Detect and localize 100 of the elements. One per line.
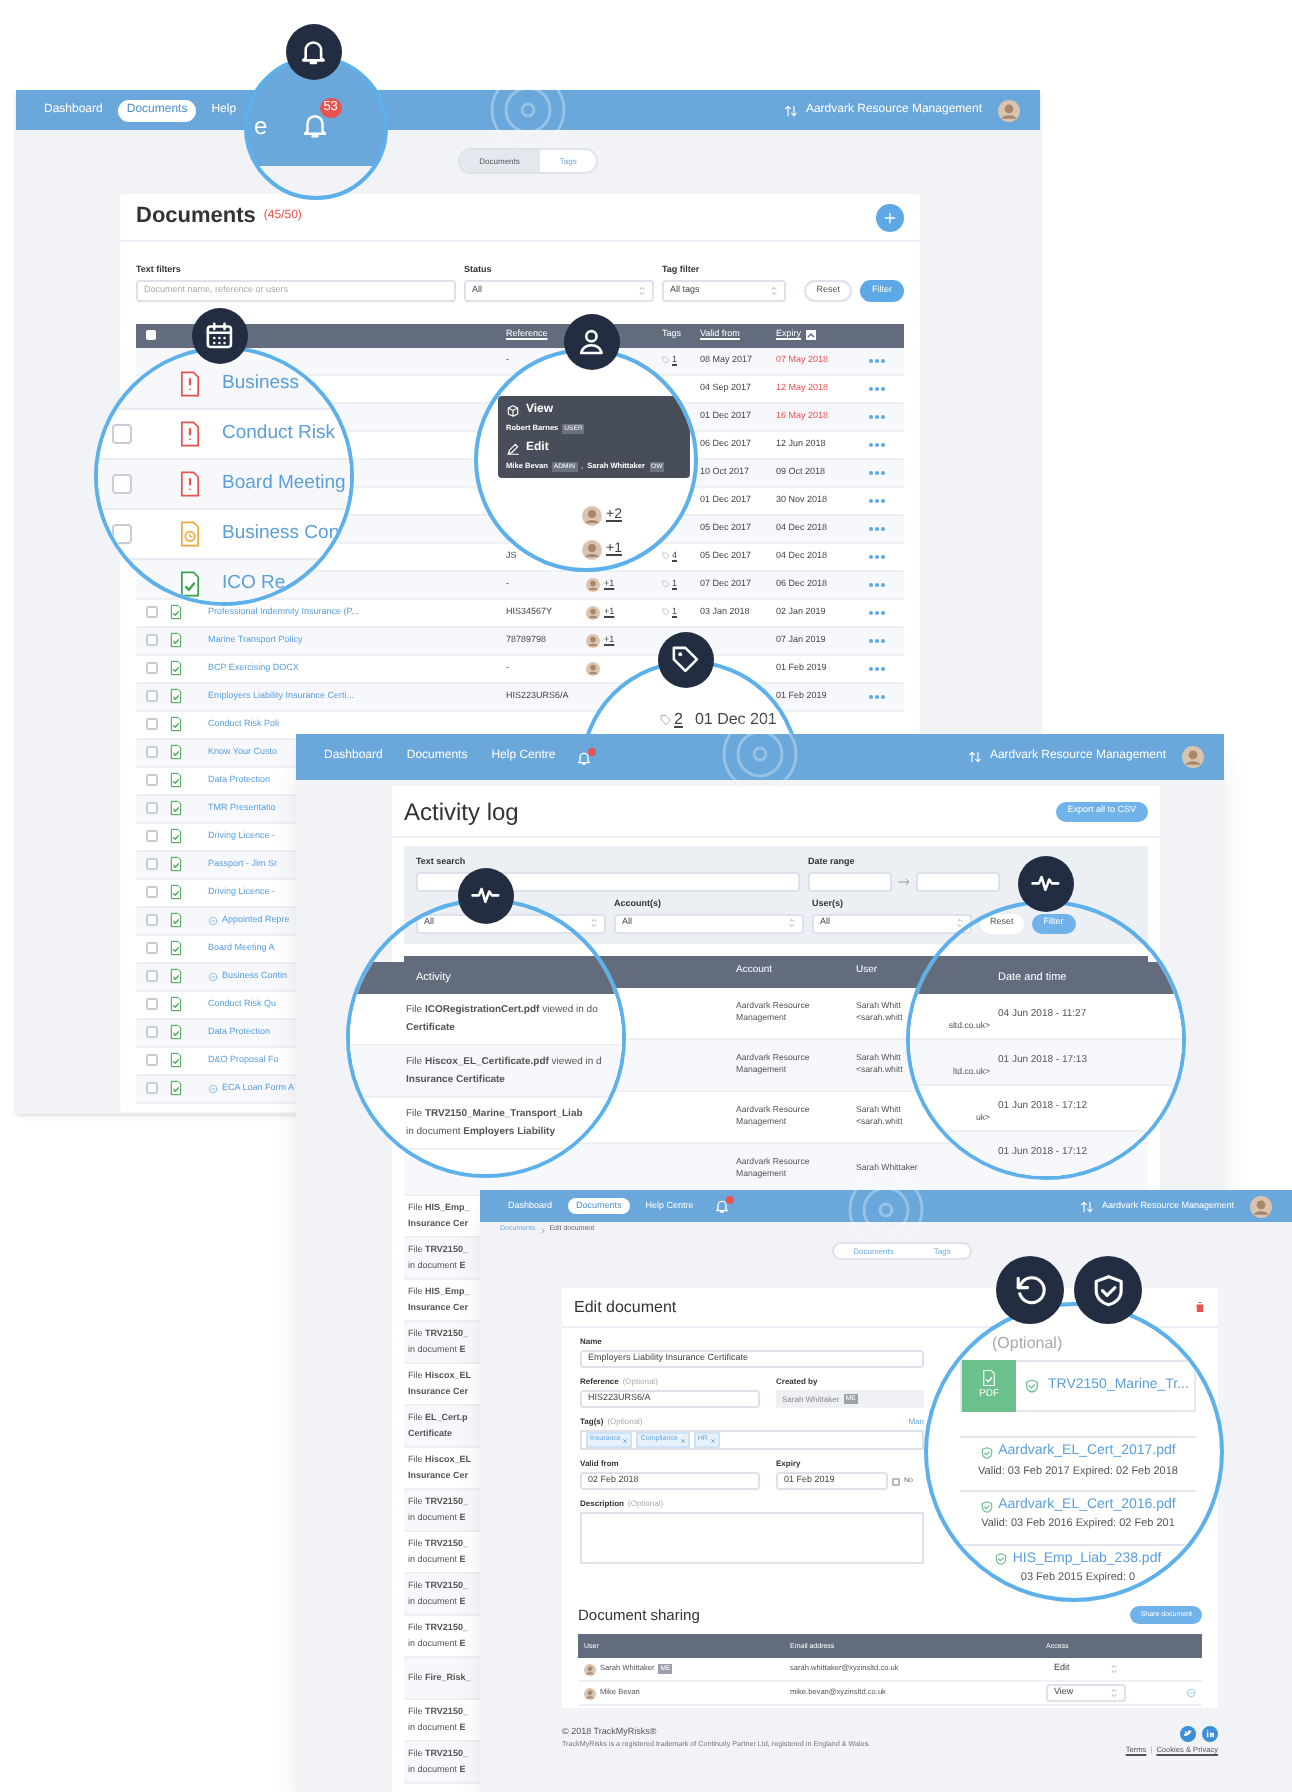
row-checkbox[interactable]	[146, 718, 158, 731]
close-icon[interactable]	[622, 1437, 629, 1443]
calendar-icon	[204, 320, 236, 352]
more-icon[interactable]	[868, 637, 886, 644]
row-checkbox[interactable]	[146, 998, 158, 1011]
more-icon[interactable]	[868, 469, 886, 476]
add-button[interactable]	[876, 203, 904, 231]
row-checkbox[interactable]	[146, 802, 158, 815]
person-icon	[576, 326, 608, 358]
input-field[interactable]	[916, 871, 1000, 892]
avatar-icon	[582, 506, 602, 527]
row-checkbox[interactable]	[146, 886, 158, 899]
row-checkbox[interactable]	[146, 746, 158, 759]
row-checkbox[interactable]	[146, 1026, 158, 1039]
more-icon[interactable]	[868, 525, 886, 532]
close-icon[interactable]	[679, 1437, 686, 1443]
chevron-icon	[770, 285, 778, 296]
shield-icon	[980, 1499, 995, 1513]
avatar-icon	[998, 99, 1020, 121]
avatar-icon	[586, 577, 600, 592]
more-icon[interactable]	[868, 581, 886, 588]
chevron-icon	[1110, 1688, 1118, 1699]
document-link[interactable]: Conduct Risk	[222, 419, 335, 449]
tag-icon	[662, 608, 670, 617]
pencil-icon	[506, 441, 520, 456]
row-checkbox[interactable]	[146, 858, 158, 871]
shield-icon	[1024, 1378, 1040, 1394]
row-checkbox[interactable]	[146, 774, 158, 787]
row-checkbox[interactable]	[112, 524, 132, 544]
tag-icon	[670, 644, 702, 676]
avatar-icon	[586, 605, 600, 620]
plus-icon	[882, 209, 898, 225]
close-icon[interactable]	[709, 1437, 716, 1443]
more-icon[interactable]	[868, 693, 886, 700]
avatar-icon	[1182, 746, 1204, 768]
arrow-icon	[898, 877, 910, 886]
row-checkbox[interactable]	[146, 690, 158, 703]
row-checkbox[interactable]	[146, 662, 158, 675]
more-icon[interactable]	[868, 385, 886, 392]
tag-icon	[662, 580, 670, 589]
row-checkbox[interactable]	[112, 474, 132, 494]
page-title: Documents	[136, 202, 256, 233]
avatar-icon	[1250, 1195, 1272, 1217]
shield-icon	[994, 1552, 1009, 1567]
switch-icon[interactable]	[783, 103, 798, 117]
switch-icon[interactable]	[1079, 1199, 1094, 1213]
shield-icon	[980, 1445, 995, 1460]
bell-icon[interactable]	[713, 1198, 730, 1214]
more-icon[interactable]	[868, 497, 886, 504]
select-all-checkbox[interactable]	[146, 330, 156, 341]
row-checkbox[interactable]	[146, 942, 158, 955]
trash-icon[interactable]	[1194, 1300, 1206, 1314]
document-link[interactable]: ICO Re	[222, 569, 286, 599]
description-field[interactable]	[580, 1512, 924, 1564]
remove-icon[interactable]	[1186, 1688, 1196, 1699]
row-checkbox[interactable]	[146, 606, 158, 619]
avatar-icon	[584, 1663, 596, 1676]
row-checkbox[interactable]	[146, 830, 158, 843]
avatar-icon	[586, 661, 600, 676]
row-checkbox[interactable]	[146, 914, 158, 927]
tag-icon	[662, 356, 670, 365]
row-checkbox[interactable]	[146, 1054, 158, 1067]
switch-icon[interactable]	[967, 750, 982, 764]
checkbox[interactable]	[892, 1477, 900, 1485]
shield-icon	[1089, 1271, 1127, 1309]
network-icon[interactable]	[1202, 1726, 1218, 1742]
avatar-icon	[586, 633, 600, 648]
tag-icon	[662, 552, 670, 561]
nav-link[interactable]: e	[254, 113, 268, 137]
sort-icon[interactable]	[805, 330, 816, 341]
chevron-icon	[788, 918, 796, 928]
row-checkbox[interactable]	[146, 1082, 158, 1095]
row-checkbox[interactable]	[112, 424, 132, 444]
field-hint: (Optional)	[992, 1332, 1063, 1356]
input-field[interactable]	[808, 871, 892, 892]
check-document-icon	[980, 1368, 998, 1389]
more-icon[interactable]	[868, 553, 886, 560]
page-title: Activity log	[404, 795, 519, 829]
avatar-icon	[582, 539, 602, 560]
document-link[interactable]: Business	[222, 369, 300, 399]
row-checkbox[interactable]	[146, 634, 158, 647]
bell-icon	[298, 36, 330, 68]
more-icon[interactable]	[868, 357, 886, 364]
tag-count[interactable]: 2	[674, 708, 683, 732]
bird-icon[interactable]	[1180, 1726, 1196, 1742]
page-title: Edit document	[574, 1295, 677, 1319]
bell-icon[interactable]	[575, 749, 592, 765]
tag-icon	[660, 714, 672, 726]
chevron-icon	[1110, 1664, 1118, 1675]
more-icon[interactable]	[868, 441, 886, 448]
more-icon[interactable]	[868, 413, 886, 420]
chevron-icon	[638, 285, 646, 296]
row-checkbox[interactable]	[146, 970, 158, 983]
chevron-icon	[956, 918, 964, 928]
bell-icon[interactable]	[299, 110, 330, 140]
table-cell: 01 Dec 201	[694, 708, 777, 732]
more-icon[interactable]	[868, 609, 886, 616]
cube-icon	[506, 404, 520, 418]
more-icon[interactable]	[868, 665, 886, 672]
undo-icon	[1011, 1271, 1049, 1309]
